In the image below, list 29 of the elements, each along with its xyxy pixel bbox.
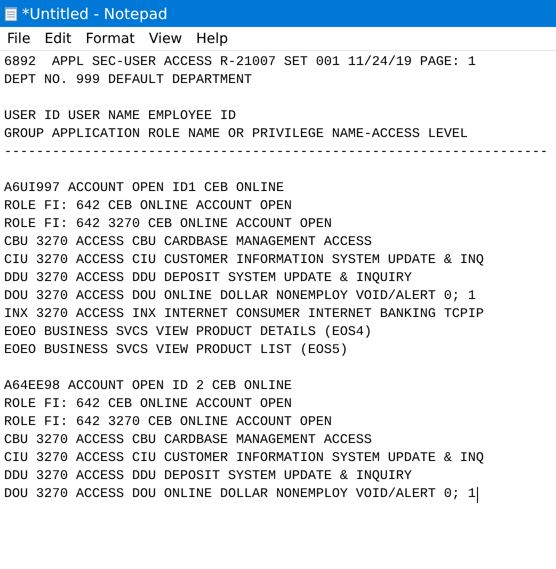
- text-line: DDU 3270 ACCESS DDU DEPOSIT SYSTEM UPDATE & INQUIRY: [4, 468, 412, 486]
- menu-item[interactable]: View: [144, 30, 186, 46]
- text-line: A6UI997 ACCOUNT OPEN ID1 CEB ONLINE: [4, 180, 284, 198]
- text-line: 6892 APPL SEC-USER ACCESS R-21007 SET 001 11/24/19 PAGE: 1: [4, 54, 476, 72]
- text-line: ROLE FI: 642 CEB ONLINE ACCOUNT OPEN: [4, 198, 292, 216]
- menu-item[interactable]: File: [3, 30, 34, 46]
- text-line: DDU 3270 ACCESS DDU DEPOSIT SYSTEM UPDATE & INQUIRY: [4, 270, 412, 288]
- text-line: ROLE FI: 642 3270 CEB ONLINE ACCOUNT OPEN: [4, 414, 332, 432]
- text-line: --------------------------------------------------------------------: [4, 144, 548, 162]
- text-line: GROUP APPLICATION ROLE NAME OR PRIVILEGE NAME-ACCESS LEVEL: [4, 126, 468, 144]
- window-title: *Untitled - Notepad: [22, 4, 168, 22]
- menu-item[interactable]: Edit: [40, 30, 76, 46]
- text-line: USER ID USER NAME EMPLOYEE ID: [4, 108, 236, 126]
- text-line: A64EE98 ACCOUNT OPEN ID 2 CEB ONLINE: [4, 378, 292, 396]
- menu-item[interactable]: Help: [192, 30, 232, 46]
- text-line: ROLE FI: 642 CEB ONLINE ACCOUNT OPEN: [4, 396, 292, 414]
- text-line: DEPT NO. 999 DEFAULT DEPARTMENT: [4, 72, 252, 90]
- text-line: EOEO BUSINESS SVCS VIEW PRODUCT DETAILS (EOS4): [4, 324, 372, 342]
- text-line: CBU 3270 ACCESS CBU CARDBASE MANAGEMENT ACCESS: [4, 234, 372, 252]
- text-line: CIU 3270 ACCESS CIU CUSTOMER INFORMATION SYSTEM UPDATE & INQ: [4, 450, 484, 468]
- text-line: ROLE FI: 642 3270 CEB ONLINE ACCOUNT OPEN: [4, 216, 332, 234]
- menu-item[interactable]: Format: [82, 30, 139, 46]
- text-line: DOU 3270 ACCESS DOU ONLINE DOLLAR NONEMPLOY VOID/ALERT 0; 1: [4, 486, 476, 504]
- text-line: CIU 3270 ACCESS CIU CUSTOMER INFORMATION SYSTEM UPDATE & INQ: [4, 252, 484, 270]
- text-line: CBU 3270 ACCESS CBU CARDBASE MANAGEMENT ACCESS: [4, 432, 372, 450]
- notepad-icon: [4, 6, 18, 22]
- text-line: DOU 3270 ACCESS DOU ONLINE DOLLAR NONEMPLOY VOID/ALERT 0; 1: [4, 288, 476, 306]
- text-line: EOEO BUSINESS SVCS VIEW PRODUCT LIST (EOS5): [4, 342, 348, 360]
- text-line: INX 3270 ACCESS INX INTERNET CONSUMER INTERNET BANKING TCPIP: [4, 306, 484, 324]
